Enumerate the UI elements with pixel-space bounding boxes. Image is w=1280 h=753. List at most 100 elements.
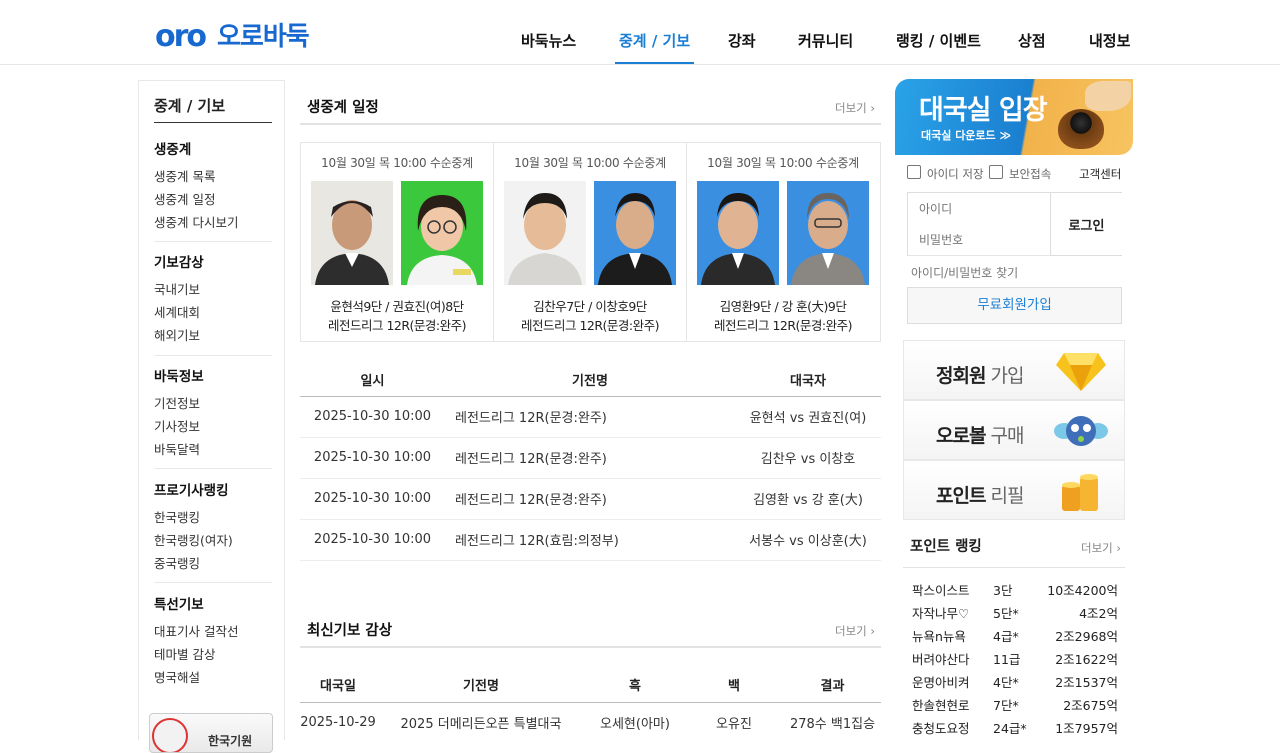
sidebar-divider	[154, 582, 272, 583]
sidebar-item-themes[interactable]: 테마별 감상	[154, 643, 272, 666]
sidebar-group-title[interactable]: 프로기사랭킹	[154, 479, 272, 499]
more-link[interactable]: 더보기 ›	[835, 100, 875, 116]
sidebar-divider	[154, 241, 272, 242]
cell-result: 278수 백1집승	[789, 716, 876, 732]
sidebar-group-title[interactable]: 특선기보	[154, 593, 272, 613]
col-tournament: 기전명	[445, 364, 735, 397]
secure-login-label: 보안접속	[1009, 167, 1052, 181]
login-button[interactable]: 로그인	[1050, 193, 1122, 255]
sidebar-item-live-list[interactable]: 생중계 목록	[154, 165, 272, 188]
save-id-label: 아이디 저장	[927, 167, 984, 181]
rank-level: 4단*	[993, 675, 1019, 690]
rank-points: 2조1622억	[1055, 652, 1118, 667]
cell-players: 서봉수 vs 이상훈(大)	[735, 519, 881, 561]
sidebar-item-masterpieces[interactable]: 대표기사 걸작선	[154, 620, 272, 643]
table-row[interactable]: 2025-10-30 10:00 레전드리그 12R(문경:완주) 윤현석 vs…	[300, 396, 881, 438]
section-title: 최신기보 감상	[307, 623, 393, 639]
rank-points: 2조2968억	[1055, 629, 1118, 644]
sidebar-item-overseas[interactable]: 해외기보	[154, 324, 272, 347]
id-input[interactable]	[908, 193, 1050, 225]
membership-banner[interactable]: 정회원 가입	[903, 340, 1125, 400]
sidebar-item-commentary[interactable]: 명국해설	[154, 666, 272, 689]
cell-players: 윤현석 vs 권효진(여)	[735, 396, 881, 438]
rank-points: 10조4200억	[1047, 583, 1118, 598]
sidebar-group-title[interactable]: 생중계	[154, 138, 272, 158]
list-item[interactable]: 뉴욕n뉴욕 4급* 2조2968억	[912, 623, 1118, 646]
point-ranking-list: 팍스이스트 3단 10조4200억 자작나무♡ 5단* 4조2억 뉴욕n뉴욕 4급* 2조2…	[912, 577, 1118, 738]
card-players: 김찬우7단 / 이창호9단	[533, 299, 647, 314]
sidebar-item-calendar[interactable]: 바둑달력	[154, 438, 272, 461]
card-date: 10월 30일 목 10:00 수순중계	[707, 156, 859, 170]
nav-baduk-news[interactable]: 바둑뉴스	[521, 30, 576, 64]
cell-tournament[interactable]: 레전드리그 12R(문경:완주)	[445, 396, 735, 438]
sidebar-item-korea-ranking[interactable]: 한국랭킹	[154, 506, 272, 529]
list-item[interactable]: 버려야산다 11급 2조1622억	[912, 646, 1118, 669]
secure-login-checkbox[interactable]	[989, 165, 1003, 179]
coins-icon	[1062, 474, 1098, 511]
card-league: 레전드리그 12R(문경:완주)	[713, 318, 853, 333]
mascot-icon	[152, 718, 188, 752]
more-link[interactable]: 더보기 ›	[835, 623, 875, 639]
list-item[interactable]: 팍스이스트 3단 10조4200억	[912, 577, 1118, 600]
signup-button[interactable]: 무료회원가입	[907, 287, 1122, 324]
game-room-banner[interactable]: 대국실 입장 대국실 다운로드 ≫	[895, 79, 1133, 155]
player-photo	[311, 181, 393, 285]
promo-label-bold: 포인트	[936, 485, 986, 507]
cell-tournament[interactable]: 레전드리그 12R(효림:의정부)	[445, 519, 735, 561]
table-row[interactable]: 2025-10-29 2025 더메리든오픈 특별대국 오세현(아마) 오유진 …	[300, 702, 881, 742]
nav-shop[interactable]: 상점	[1018, 30, 1046, 64]
sidebar-item-china-ranking[interactable]: 중국랭킹	[154, 552, 272, 575]
sidebar-item-live-replay[interactable]: 생중계 다시보기	[154, 211, 272, 234]
list-item[interactable]: 충청도요정 24급* 1조7957억	[912, 715, 1118, 738]
banner-download[interactable]: 대국실 다운로드 ≫	[921, 127, 1011, 143]
point-ranking-header: 포인트 랭킹 더보기 ›	[903, 535, 1125, 568]
sidebar-group-title[interactable]: 기보감상	[154, 251, 272, 271]
rank-points: 4조2억	[1079, 606, 1118, 621]
diamond-icon	[1056, 353, 1106, 391]
col-players: 대국자	[735, 364, 881, 397]
support-link[interactable]: 고객센터	[1079, 166, 1121, 182]
cell-datetime: 2025-10-30 10:00	[300, 519, 445, 561]
nav-ranking-events[interactable]: 랭킹 / 이벤트	[896, 30, 981, 64]
point-refill-banner[interactable]: 포인트 리필	[903, 460, 1125, 520]
cell-tournament[interactable]: 레전드리그 12R(문경:완주)	[445, 437, 735, 479]
live-card[interactable]: 10월 30일 목 10:00 수순중계 윤현석9단 / 권효진(여)8단 레전…	[301, 143, 494, 341]
orobal-banner[interactable]: 오로볼 구매	[903, 400, 1125, 460]
sidebar-group-records: 기보감상 국내기보 세계대회 해외기보	[154, 251, 272, 347]
cell-date: 2025-10-29	[300, 714, 376, 730]
promo-label: 오로볼 구매	[936, 421, 1024, 448]
more-link[interactable]: 더보기 ›	[1081, 540, 1121, 556]
login-form: 로그인	[907, 192, 1122, 256]
rank-name: 팍스이스트	[912, 583, 970, 598]
sidebar-item-korea-women-ranking[interactable]: 한국랭킹(여자)	[154, 529, 272, 552]
password-input[interactable]	[908, 224, 1050, 256]
nav-broadcast-records[interactable]: 중계 / 기보	[615, 30, 695, 64]
list-item[interactable]: 자작나무♡ 5단* 4조2억	[912, 600, 1118, 623]
section-title: 생중계 일정	[307, 100, 379, 116]
table-row[interactable]: 2025-10-30 10:00 레전드리그 12R(문경:완주) 김찬우 vs…	[300, 437, 881, 479]
table-header-row: 일시 기전명 대국자	[300, 364, 881, 397]
cell-tournament[interactable]: 레전드리그 12R(문경:완주)	[445, 478, 735, 520]
sidebar-item-live-schedule[interactable]: 생중계 일정	[154, 188, 272, 211]
find-account-link[interactable]: 아이디/비밀번호 찾기	[911, 264, 1018, 281]
list-item[interactable]: 운명아비켜 4단* 2조1537억	[912, 669, 1118, 692]
table-row[interactable]: 2025-10-30 10:00 레전드리그 12R(문경:완주) 김영환 vs…	[300, 478, 881, 520]
col-white: 백	[684, 668, 784, 703]
sidebar-item-tournament-info[interactable]: 기전정보	[154, 392, 272, 415]
sidebar-item-domestic[interactable]: 국내기보	[154, 278, 272, 301]
nav-my-info[interactable]: 내정보	[1089, 30, 1130, 64]
list-item[interactable]: 한솔현현로 7단* 2조675억	[912, 692, 1118, 715]
sidebar-item-world[interactable]: 세계대회	[154, 301, 272, 324]
sidebar-item-player-info[interactable]: 기사정보	[154, 415, 272, 438]
kbaduk-banner[interactable]: 한국기원	[149, 713, 273, 753]
live-card[interactable]: 10월 30일 목 10:00 수순중계 김찬우7단 / 이창호9단 레전드리그…	[494, 143, 687, 341]
cell-tournament[interactable]: 2025 더메리든오픈 특별대국	[376, 702, 586, 742]
live-card[interactable]: 10월 30일 목 10:00 수순중계 김영환9단 / 강 훈(大)9단 레전…	[687, 143, 880, 341]
nav-lectures[interactable]: 강좌	[728, 30, 756, 64]
recent-games-table: 대국일 기전명 흑 백 결과 2025-10-29 2025 더메리든오픈 특별…	[300, 668, 881, 742]
nav-community[interactable]: 커뮤니티	[798, 30, 853, 64]
table-row[interactable]: 2025-10-30 10:00 레전드리그 12R(효림:의정부) 서봉수 v…	[300, 519, 881, 561]
save-id-checkbox[interactable]	[907, 165, 921, 179]
rank-points: 2조675억	[1063, 698, 1118, 713]
sidebar-group-title[interactable]: 바둑정보	[154, 365, 272, 385]
